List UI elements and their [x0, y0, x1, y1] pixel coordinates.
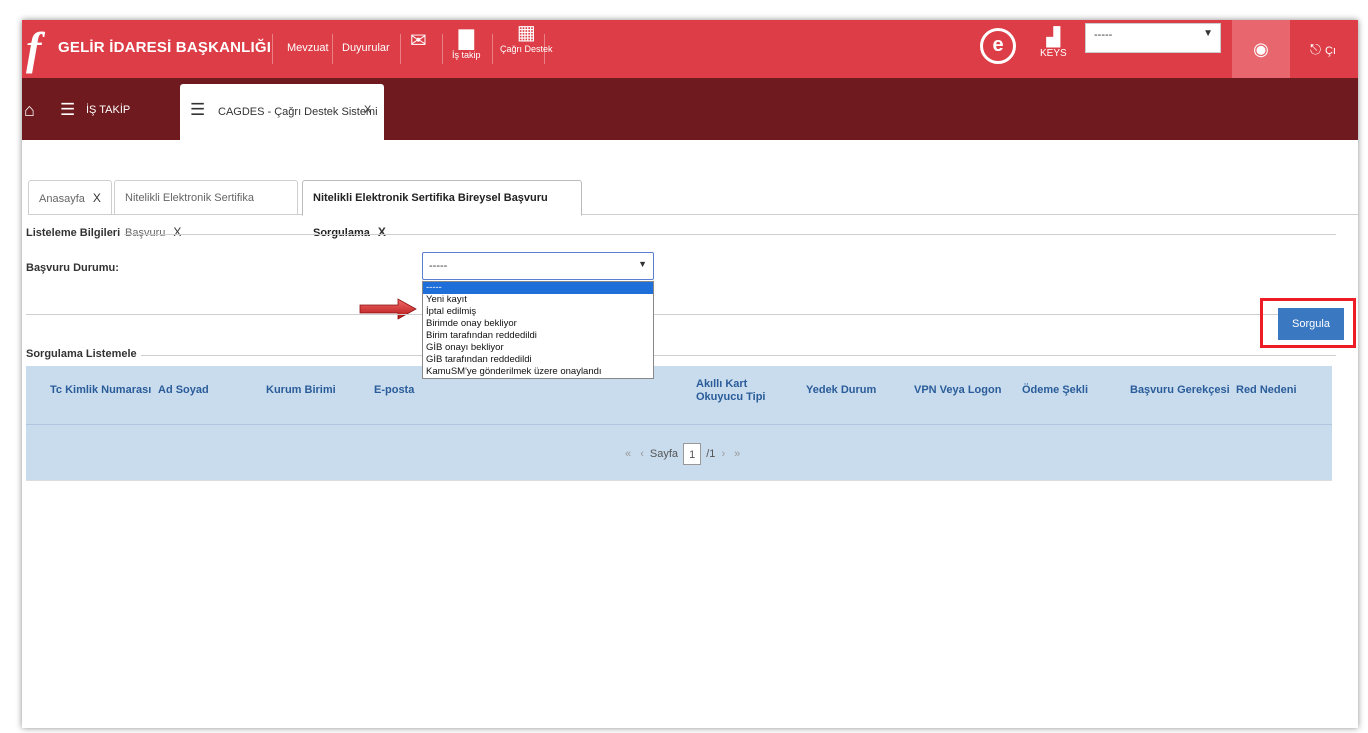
page-input[interactable]: 1 — [683, 443, 702, 465]
results-legend: Sorgulama Listemele — [26, 348, 141, 360]
module-tab-cagdes[interactable]: ☰ CAGDES - Çağrı Destek Sistemi X — [180, 84, 384, 140]
keys-button[interactable]: ▟ KEYS — [1040, 26, 1067, 59]
istakip-button[interactable]: ▇ İş takip — [452, 28, 481, 60]
close-icon[interactable]: X — [364, 104, 371, 116]
prev-page-icon[interactable]: ‹ — [640, 448, 644, 460]
home-icon[interactable]: ⌂ — [24, 100, 35, 121]
keys-icon: ▟ — [1046, 27, 1061, 47]
fieldset-border — [26, 355, 1336, 356]
exit-label: Çı — [1324, 45, 1336, 57]
col-eposta[interactable]: E-posta — [374, 384, 414, 397]
nav-mevzuat[interactable]: Mevzuat — [287, 42, 329, 54]
col-ad-soyad[interactable]: Ad Soyad — [158, 384, 209, 397]
hamburger-menu-icon[interactable]: ☰ — [60, 100, 75, 120]
dropdown-option[interactable]: GİB tarafından reddedildi — [423, 354, 653, 366]
envelope-icon: ✉ — [410, 30, 427, 52]
exit-icon: ⎋ — [1310, 41, 1322, 57]
separator — [400, 34, 401, 64]
basvuru-durumu-dropdown: ----- Yeni kayıt İptal edilmiş Birimde onay… — [422, 281, 654, 379]
tab-nes-bireysel-sorgulama[interactable]: Nitelikli Elektronik Sertifika Bireysel … — [302, 180, 582, 239]
basvuru-durumu-label: Başvuru Durumu: — [26, 262, 119, 274]
table-bottom-border — [26, 480, 1332, 481]
col-kurum-birimi[interactable]: Kurum Birimi — [266, 384, 336, 397]
brand-title[interactable]: GELİR İDARESİ BAŞKANLIĞI — [58, 39, 271, 56]
divider — [26, 314, 1336, 315]
last-page-icon[interactable]: » — [734, 448, 740, 460]
separator — [272, 34, 273, 64]
close-icon[interactable]: X — [378, 225, 386, 239]
dropdown-option[interactable]: KamuSM'ye gönderilmek üzere onaylandı — [423, 366, 653, 378]
separator — [332, 34, 333, 64]
dropdown-option[interactable]: GİB onayı bekliyor — [423, 342, 653, 354]
istakip-menu[interactable]: İŞ TAKİP — [86, 104, 130, 116]
istakip-label: İş takip — [452, 50, 481, 60]
separator — [442, 34, 443, 64]
dropdown-option[interactable]: ----- — [423, 282, 653, 294]
close-icon[interactable]: X — [173, 225, 181, 239]
caret-down-icon: ▼ — [638, 259, 647, 269]
top-bar: f GELİR İDARESİ BAŞKANLIĞI Mevzuat Duyur… — [22, 20, 1358, 78]
tab-label: Nitelikli Elektronik Sertifika Bireysel … — [313, 192, 548, 239]
results-pager-row: « ‹ Sayfa 1 /1 › » — [26, 424, 1332, 481]
listing-legend: Listeleme Bilgileri — [26, 227, 125, 239]
caret-down-icon: ▼ — [1203, 28, 1213, 39]
col-kart-okuyucu[interactable]: Akıllı Kart Okuyucu Tipi — [696, 378, 788, 404]
app-window: f GELİR İDARESİ BAŞKANLIĞI Mevzuat Duyur… — [22, 20, 1358, 728]
module-tab-label: CAGDES - Çağrı Destek Sistemi — [218, 106, 378, 118]
red-arrow-annotation — [359, 298, 417, 320]
separator — [492, 34, 493, 64]
close-icon[interactable]: X — [93, 191, 101, 205]
first-page-icon[interactable]: « — [625, 448, 631, 460]
unit-select-value: ----- — [1094, 29, 1113, 41]
user-button[interactable]: ◉ — [1232, 20, 1290, 78]
briefcase-icon: ▇ — [458, 28, 474, 50]
tab-nes-basvuru[interactable]: Nitelikli Elektronik Sertifika Başvuru X — [114, 180, 298, 239]
page-total: /1 — [706, 447, 716, 460]
hamburger-menu-icon[interactable]: ☰ — [190, 100, 205, 120]
results-table-header: Tc Kimlik Numarası Ad Soyad Kurum Birimi… — [26, 366, 1332, 424]
col-vpn-logon[interactable]: VPN Veya Logon — [914, 384, 1001, 397]
col-tc-kimlik[interactable]: Tc Kimlik Numarası — [50, 384, 151, 397]
keys-label: KEYS — [1040, 48, 1067, 59]
dropdown-option[interactable]: Birimde onay bekliyor — [423, 318, 653, 330]
gib-logo: f — [26, 23, 42, 74]
fieldset-border — [26, 234, 1336, 235]
pager: « ‹ Sayfa 1 /1 › » — [622, 443, 743, 465]
tab-label: Anasayfa — [39, 193, 85, 205]
tab-anasayfa[interactable]: Anasayfa X — [28, 180, 112, 214]
unit-select[interactable]: ----- ▼ — [1085, 23, 1221, 53]
sorgula-button[interactable]: Sorgula — [1278, 308, 1344, 340]
main-content: Anasayfa X Nitelikli Elektronik Sertifika… — [22, 140, 1358, 728]
e-services-icon[interactable]: e — [980, 28, 1016, 64]
exit-button[interactable]: ⎋ Çı — [1300, 20, 1358, 78]
dropdown-option[interactable]: İptal edilmiş — [423, 306, 653, 318]
dropdown-option[interactable]: Yeni kayıt — [423, 294, 653, 306]
col-basvuru-gerekcesi[interactable]: Başvuru Gerekçesi — [1130, 384, 1230, 397]
next-page-icon[interactable]: › — [721, 448, 725, 460]
page-label: Sayfa — [649, 447, 679, 460]
mail-button[interactable]: ✉ — [410, 30, 427, 52]
col-yedek-durum[interactable]: Yedek Durum — [806, 384, 876, 397]
nav-duyurular[interactable]: Duyurular — [342, 42, 390, 54]
col-odeme-sekli[interactable]: Ödeme Şekli — [1022, 384, 1088, 397]
select-value: ----- — [429, 260, 448, 272]
col-red-nedeni[interactable]: Red Nedeni — [1236, 384, 1297, 397]
user-icon: ◉ — [1253, 39, 1269, 59]
separator — [544, 34, 545, 64]
basvuru-durumu-select[interactable]: ----- ▼ — [422, 252, 654, 280]
tab-label: Nitelikli Elektronik Sertifika Başvuru — [125, 192, 254, 239]
dropdown-option[interactable]: Birim tarafından reddedildi — [423, 330, 653, 342]
module-bar: ⌂ ☰ İŞ TAKİP ☰ CAGDES - Çağrı Destek Sis… — [22, 78, 1358, 140]
page-tabs: Anasayfa X Nitelikli Elektronik Sertifika… — [28, 180, 1358, 239]
